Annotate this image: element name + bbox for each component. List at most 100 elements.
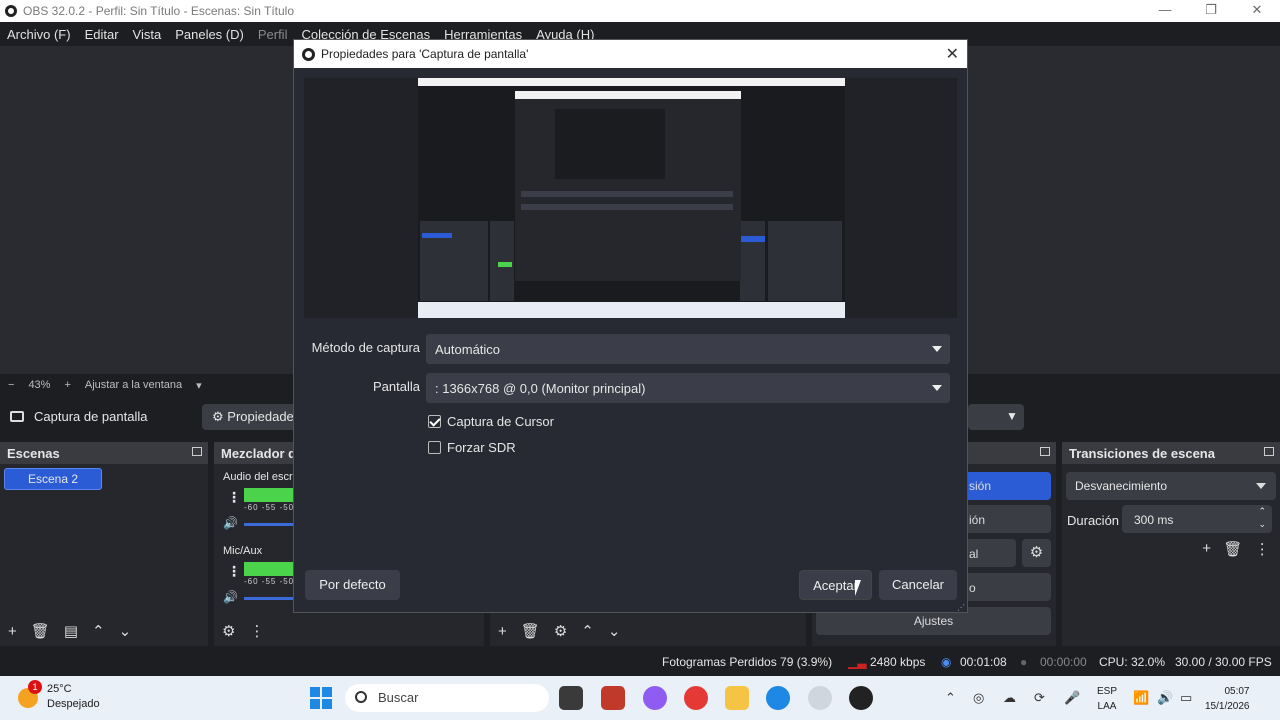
checkbox-checked[interactable] xyxy=(428,415,441,428)
language-indicator[interactable]: ESP LAA xyxy=(1097,684,1117,714)
duration-label: Duración xyxy=(1067,513,1120,528)
checkbox-unchecked[interactable] xyxy=(428,441,441,454)
zoom-in-button[interactable]: + xyxy=(64,379,70,391)
menu-archivo[interactable]: Archivo (F) xyxy=(7,27,71,42)
kebab-icon[interactable]: ⋮ xyxy=(249,622,264,640)
clock-time: 05:07 xyxy=(1224,686,1250,697)
transition-value: Desvanecimiento xyxy=(1075,479,1168,493)
edge-icon[interactable] xyxy=(766,686,790,710)
add-source-icon[interactable]: + xyxy=(498,623,507,640)
clock[interactable]: 05:07 15/1/2026 xyxy=(1205,684,1250,714)
filters-icon[interactable]: ▤ xyxy=(64,622,78,640)
button-label: ión xyxy=(969,513,986,527)
menu-vista[interactable]: Vista xyxy=(133,27,162,42)
move-down-icon[interactable]: ⌄ xyxy=(119,622,132,640)
gear-icon[interactable]: ⚙ xyxy=(554,622,567,640)
scenes-dock-header: Escenas xyxy=(0,442,208,464)
menu-perfil[interactable]: Perfil xyxy=(258,27,288,42)
resize-grip-icon[interactable]: ⋰ xyxy=(957,603,965,612)
sync-icon[interactable]: ⟳ xyxy=(1034,690,1045,706)
microphone-icon[interactable]: 🎤 xyxy=(1064,690,1080,706)
transitions-toolbar: + 🗑 ⋮ xyxy=(1196,540,1276,560)
maximize-button[interactable]: ❐ xyxy=(1188,0,1234,22)
scenes-title: Escenas xyxy=(7,446,60,461)
trash-icon[interactable]: 🗑 xyxy=(31,622,50,640)
obs-taskbar-icon[interactable] xyxy=(849,686,873,710)
status-bar: Fotogramas Perdidos 79 (3.9%) ▁▃ 2480 kb… xyxy=(0,650,1280,674)
minimize-button[interactable]: — xyxy=(1142,0,1188,22)
clock-date: 15/1/2026 xyxy=(1205,701,1250,712)
advanced-audio-icon[interactable]: ⚙ xyxy=(222,622,235,640)
close-window-button[interactable]: ✕ xyxy=(1234,0,1280,22)
wifi-icon[interactable]: 📶 xyxy=(1133,690,1149,706)
close-icon[interactable]: ✕ xyxy=(946,44,959,64)
kebab-icon[interactable]: ⋮ xyxy=(227,489,241,506)
capture-method-select[interactable]: Automático xyxy=(426,334,950,364)
battery-icon[interactable]: ▭ xyxy=(1180,690,1192,706)
windows-taskbar: 1 25°C Despejado Buscar ⌃ ◎ ☁ ⟳ 🎤 ESP LA… xyxy=(0,676,1280,720)
app-icon[interactable] xyxy=(808,686,832,710)
add-scene-icon[interactable]: + xyxy=(8,623,17,640)
virtual-camera-settings-icon[interactable]: ⚙ xyxy=(1022,539,1051,567)
display-value: : 1366x768 @ 0,0 (Monitor principal) xyxy=(435,381,646,396)
spin-arrows-icon[interactable]: ⌃ ⌄ xyxy=(1258,505,1266,531)
speaker-icon[interactable]: 🔊 xyxy=(223,590,238,604)
chrome-icon[interactable] xyxy=(684,686,708,710)
zoom-dropdown-icon[interactable]: ▾ xyxy=(196,379,202,392)
add-transition-icon[interactable]: + xyxy=(1202,540,1211,560)
taskbar-search[interactable]: Buscar xyxy=(345,684,549,712)
copilot-icon[interactable] xyxy=(643,686,667,710)
bitrate: 2480 kbps xyxy=(870,655,926,669)
weather-desc: Despejado xyxy=(47,698,100,710)
properties-button[interactable]: ⚙ Propiedades xyxy=(202,404,302,430)
window-controls: — ❐ ✕ xyxy=(1142,0,1280,22)
mixer-toolbar: ⚙ ⋮ xyxy=(214,616,484,646)
button-label: al xyxy=(969,547,979,561)
undock-icon[interactable] xyxy=(1264,447,1274,456)
scenes-dock: Escenas Escena 2 + 🗑 ▤ ⌃ ⌄ xyxy=(0,442,208,646)
tray-app-icon[interactable]: ◎ xyxy=(973,690,984,706)
scene-item[interactable]: Escena 2 xyxy=(4,468,102,490)
file-explorer-icon[interactable] xyxy=(725,686,749,710)
volume-icon[interactable]: 🔊 xyxy=(1157,690,1173,706)
meter-scale: -60 -55 -50 xyxy=(244,503,295,512)
menu-paneles[interactable]: Paneles (D) xyxy=(175,27,244,42)
cancel-button[interactable]: Cancelar xyxy=(879,570,957,600)
cpu-usage: CPU: 32.0% xyxy=(1099,655,1166,669)
undock-icon[interactable] xyxy=(1040,447,1050,456)
volume-slider[interactable] xyxy=(244,523,294,526)
move-up-icon[interactable]: ⌃ xyxy=(92,622,105,640)
capture-cursor-checkbox[interactable]: Captura de Cursor xyxy=(428,414,554,429)
kebab-icon[interactable]: ⋮ xyxy=(1255,540,1270,560)
cloud-icon[interactable]: ☁ xyxy=(1003,690,1016,706)
weather-widget[interactable]: 1 25°C Despejado xyxy=(18,680,100,712)
scenes-toolbar: + 🗑 ▤ ⌃ ⌄ xyxy=(0,616,208,646)
fps: 30.00 / 30.00 FPS xyxy=(1175,655,1272,669)
transition-select[interactable]: Desvanecimiento xyxy=(1066,472,1276,500)
trash-icon[interactable]: 🗑 xyxy=(521,622,540,640)
kebab-icon[interactable]: ⋮ xyxy=(227,563,241,580)
menu-editar[interactable]: Editar xyxy=(85,27,119,42)
move-down-icon[interactable]: ⌄ xyxy=(608,622,621,640)
chevron-up-icon[interactable]: ⌃ xyxy=(945,690,956,706)
display-select[interactable]: : 1366x768 @ 0,0 (Monitor principal) xyxy=(426,373,950,403)
duration-value: 300 ms xyxy=(1134,513,1174,527)
fit-to-window[interactable]: Ajustar a la ventana xyxy=(85,379,182,391)
zoom-out-button[interactable]: − xyxy=(8,379,14,391)
ok-button[interactable]: Aceptar xyxy=(799,570,872,600)
start-button[interactable] xyxy=(310,687,332,709)
undock-icon[interactable] xyxy=(192,447,202,456)
obs-logo-icon xyxy=(302,47,315,61)
chevron-down-icon[interactable]: ▼ xyxy=(1006,409,1018,423)
dialog-title-bar: Propiedades para 'Captura de pantalla' ✕ xyxy=(294,40,967,68)
volume-slider[interactable] xyxy=(244,597,294,600)
defaults-button[interactable]: Por defecto xyxy=(305,570,400,600)
task-view-icon[interactable] xyxy=(559,686,583,710)
capture-method-value: Automático xyxy=(435,342,501,357)
move-up-icon[interactable]: ⌃ xyxy=(581,622,594,640)
paint-app-icon[interactable] xyxy=(601,686,625,710)
trash-icon[interactable]: 🗑 xyxy=(1223,540,1242,560)
speaker-icon[interactable]: 🔊 xyxy=(223,516,238,530)
duration-spinbox[interactable]: 300 ms ⌃ ⌄ xyxy=(1122,505,1272,533)
force-sdr-checkbox[interactable]: Forzar SDR xyxy=(428,440,516,455)
